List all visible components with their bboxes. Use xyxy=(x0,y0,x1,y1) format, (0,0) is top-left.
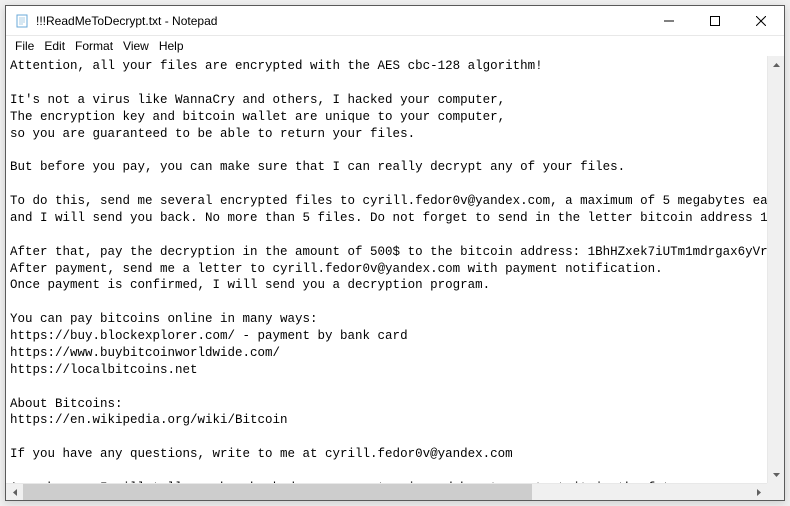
window-controls xyxy=(646,6,784,35)
scroll-right-button[interactable] xyxy=(750,484,767,500)
maximize-icon xyxy=(710,16,720,26)
menu-help[interactable]: Help xyxy=(154,37,189,55)
content-area: Attention, all your files are encrypted … xyxy=(6,56,784,483)
chevron-up-icon xyxy=(773,63,780,67)
chevron-left-icon xyxy=(13,489,17,496)
menu-format[interactable]: Format xyxy=(70,37,118,55)
scroll-corner xyxy=(767,483,784,500)
scroll-down-button[interactable] xyxy=(768,466,784,483)
notepad-window: !!!ReadMeToDecrypt.txt - Notepad File Ed… xyxy=(5,5,785,501)
horizontal-scroll-track[interactable] xyxy=(23,484,750,500)
menu-edit[interactable]: Edit xyxy=(39,37,70,55)
bottom-scroll-row xyxy=(6,483,784,500)
chevron-down-icon xyxy=(773,473,780,477)
text-editor[interactable]: Attention, all your files are encrypted … xyxy=(6,56,767,483)
minimize-button[interactable] xyxy=(646,6,692,35)
maximize-button[interactable] xyxy=(692,6,738,35)
titlebar[interactable]: !!!ReadMeToDecrypt.txt - Notepad xyxy=(6,6,784,36)
vertical-scrollbar[interactable] xyxy=(767,56,784,483)
chevron-right-icon xyxy=(757,489,761,496)
close-icon xyxy=(756,16,766,26)
minimize-icon xyxy=(664,16,674,26)
scroll-up-button[interactable] xyxy=(768,56,784,73)
vertical-scroll-track[interactable] xyxy=(768,73,784,466)
notepad-icon xyxy=(14,13,30,29)
menu-file[interactable]: File xyxy=(10,37,39,55)
horizontal-scroll-thumb[interactable] xyxy=(23,484,532,500)
horizontal-scrollbar[interactable] xyxy=(6,483,767,500)
menubar: File Edit Format View Help xyxy=(6,36,784,56)
window-title: !!!ReadMeToDecrypt.txt - Notepad xyxy=(36,14,646,28)
menu-view[interactable]: View xyxy=(118,37,154,55)
close-button[interactable] xyxy=(738,6,784,35)
scroll-left-button[interactable] xyxy=(6,484,23,500)
